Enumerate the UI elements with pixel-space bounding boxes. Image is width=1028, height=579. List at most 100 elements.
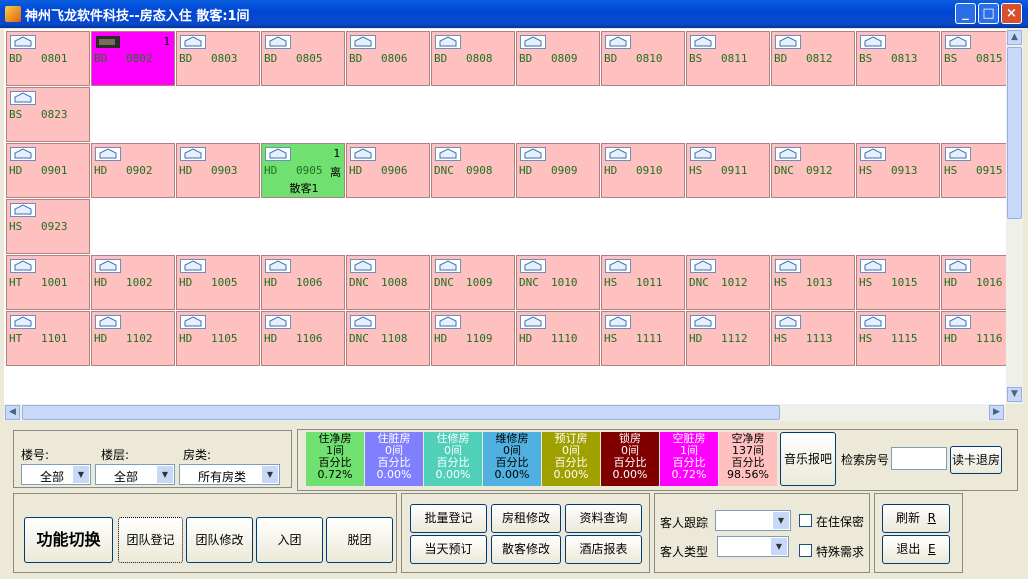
room-tile[interactable]: HD 1116 xyxy=(941,311,1006,366)
room-tile[interactable]: HD 1102 xyxy=(91,311,175,366)
hotel-report-button[interactable]: 酒店报表 xyxy=(565,535,642,564)
chevron-down-icon[interactable]: ▼ xyxy=(262,466,278,483)
room-tile[interactable]: HD 0909 xyxy=(516,143,600,198)
room-tile[interactable]: HD 1006 xyxy=(261,255,345,310)
guest-type-select[interactable]: ▼ xyxy=(717,536,789,557)
room-tile[interactable]: DNC 1009 xyxy=(431,255,515,310)
vertical-scrollbar[interactable]: ▲ ▼ xyxy=(1006,29,1023,404)
room-tile[interactable]: HD 1109 xyxy=(431,311,515,366)
room-tile[interactable]: HD 1016 xyxy=(941,255,1006,310)
room-tile[interactable]: HS 1113 xyxy=(771,311,855,366)
room-tile[interactable]: HS 1111 xyxy=(601,311,685,366)
house-icon xyxy=(945,259,971,273)
scroll-down-icon[interactable]: ▼ xyxy=(1007,387,1022,402)
house-icon xyxy=(95,147,121,161)
status-stat: 预订房 0间 百分比 0.00% xyxy=(542,432,600,486)
floor-select[interactable]: 全部 ▼ xyxy=(95,464,175,485)
room-tile[interactable]: BD 0809 xyxy=(516,31,600,86)
room-type: HS xyxy=(604,332,618,345)
scroll-up-icon[interactable]: ▲ xyxy=(1007,30,1022,45)
music-bar-button[interactable]: 音乐报吧 xyxy=(780,432,836,486)
room-tile[interactable]: HD 0903 xyxy=(176,143,260,198)
room-tile[interactable]: BD 0802 1 xyxy=(91,31,175,86)
room-tile[interactable]: DNC 1008 xyxy=(346,255,430,310)
room-tile[interactable]: BS 0815 xyxy=(941,31,1006,86)
room-tile[interactable]: HS 1115 xyxy=(856,311,940,366)
room-tile[interactable]: HS 1015 xyxy=(856,255,940,310)
room-tile[interactable]: HD 1106 xyxy=(261,311,345,366)
chevron-down-icon[interactable]: ▼ xyxy=(771,538,787,555)
room-tile[interactable]: HD 1005 xyxy=(176,255,260,310)
scroll-left-icon[interactable]: ◀ xyxy=(5,405,20,420)
room-tile[interactable]: HD 1112 xyxy=(686,311,770,366)
room-tile[interactable]: HS 0913 xyxy=(856,143,940,198)
room-tile[interactable]: HD 1105 xyxy=(176,311,260,366)
room-tile[interactable]: DNC 0908 xyxy=(431,143,515,198)
room-tile[interactable]: HS 1013 xyxy=(771,255,855,310)
room-tile[interactable]: HD 1110 xyxy=(516,311,600,366)
rent-modify-button[interactable]: 房租修改 xyxy=(491,504,561,533)
scroll-right-icon[interactable]: ▶ xyxy=(989,405,1004,420)
guest-track-select[interactable]: ▼ xyxy=(715,510,791,531)
guest-modify-button[interactable]: 散客修改 xyxy=(491,535,561,564)
room-tile[interactable]: BS 0813 xyxy=(856,31,940,86)
room-tile[interactable]: BS 0823 xyxy=(6,87,90,142)
room-tile[interactable]: DNC 1108 xyxy=(346,311,430,366)
room-number: 0809 xyxy=(551,52,578,65)
horizontal-scroll-thumb[interactable] xyxy=(22,405,780,420)
join-group-button[interactable]: 入团 xyxy=(256,517,323,563)
room-number: 1005 xyxy=(211,276,238,289)
room-tile[interactable]: BS 0811 xyxy=(686,31,770,86)
room-type: BD xyxy=(9,52,23,65)
leave-group-button[interactable]: 脱团 xyxy=(326,517,393,563)
group-modify-button[interactable]: 团队修改 xyxy=(186,517,253,563)
room-tile[interactable]: HS 0911 xyxy=(686,143,770,198)
search-room-input[interactable] xyxy=(891,447,947,470)
function-switch-button[interactable]: 功能切换 xyxy=(24,517,113,563)
card-checkout-button[interactable]: 读卡退房 xyxy=(950,446,1002,474)
room-tile[interactable]: BD 0801 xyxy=(6,31,90,86)
building-select[interactable]: 全部 ▼ xyxy=(21,464,91,485)
chevron-down-icon[interactable]: ▼ xyxy=(773,512,789,529)
room-tile[interactable]: BD 0805 xyxy=(261,31,345,86)
room-tile[interactable]: HD 0905 1 离散客1 xyxy=(261,143,345,198)
room-tile[interactable]: HD 0902 xyxy=(91,143,175,198)
exit-button[interactable]: 退出 E xyxy=(882,535,950,564)
status-stat: 维修房 0间 百分比 0.00% xyxy=(483,432,541,486)
group-register-button[interactable]: 团队登记 xyxy=(118,517,183,563)
room-tile[interactable]: BD 0808 xyxy=(431,31,515,86)
room-tile[interactable]: BD 0806 xyxy=(346,31,430,86)
minimize-button[interactable]: _ xyxy=(955,3,976,24)
room-tile[interactable]: DNC 1012 xyxy=(686,255,770,310)
special-request-checkbox[interactable] xyxy=(799,544,812,557)
batch-register-button[interactable]: 批量登记 xyxy=(410,504,487,533)
close-button[interactable]: × xyxy=(1001,3,1022,24)
confidential-checkbox[interactable] xyxy=(799,514,812,527)
room-tile[interactable]: BD 0810 xyxy=(601,31,685,86)
horizontal-scrollbar[interactable]: ◀ ▶ xyxy=(4,404,1006,421)
room-tile[interactable]: BD 0803 xyxy=(176,31,260,86)
room-tile[interactable]: DNC 1010 xyxy=(516,255,600,310)
room-tile[interactable]: HD 0901 xyxy=(6,143,90,198)
chevron-down-icon[interactable]: ▼ xyxy=(157,466,173,483)
room-tile[interactable]: HT 1101 xyxy=(6,311,90,366)
vertical-scroll-thumb[interactable] xyxy=(1007,47,1022,219)
chevron-down-icon[interactable]: ▼ xyxy=(73,466,89,483)
room-tile[interactable]: HS 1011 xyxy=(601,255,685,310)
room-tile[interactable]: HD 0910 xyxy=(601,143,685,198)
room-tile[interactable]: HT 1001 xyxy=(6,255,90,310)
refresh-button[interactable]: 刷新 R xyxy=(882,504,950,533)
info-query-button[interactable]: 资料查询 xyxy=(565,504,642,533)
room-tile[interactable]: HS 0923 xyxy=(6,199,90,254)
guest-house-icon xyxy=(265,147,291,161)
room-tile[interactable]: HD 1002 xyxy=(91,255,175,310)
room-tile[interactable]: DNC 0912 xyxy=(771,143,855,198)
room-tile[interactable]: HS 0915 xyxy=(941,143,1006,198)
maximize-button[interactable]: □ xyxy=(978,3,999,24)
house-icon xyxy=(180,259,206,273)
room-tile[interactable]: HD 0906 xyxy=(346,143,430,198)
roomtype-select[interactable]: 所有房类 ▼ xyxy=(179,464,280,485)
room-tile[interactable]: BD 0812 xyxy=(771,31,855,86)
house-icon xyxy=(350,315,376,329)
today-booking-button[interactable]: 当天预订 xyxy=(410,535,487,564)
